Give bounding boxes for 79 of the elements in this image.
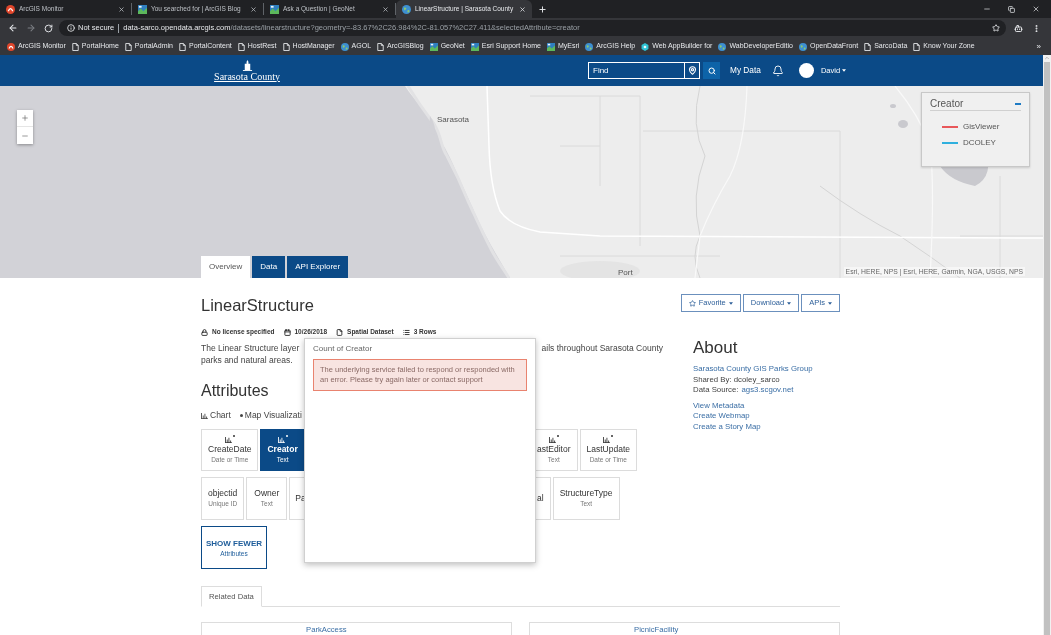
round-logo-icon: [6, 4, 15, 14]
search-button[interactable]: [703, 62, 720, 79]
menu-icon[interactable]: [1032, 23, 1041, 33]
page-icon: [377, 42, 385, 51]
reload-icon[interactable]: [44, 23, 53, 33]
globe-icon: [340, 42, 349, 51]
description-text: The Linear Structure layer: [201, 342, 300, 354]
map-label: Sarasota: [437, 115, 470, 125]
minimize-icon[interactable]: [983, 5, 991, 13]
back-icon[interactable]: [8, 23, 18, 33]
bar-chart-icon: [548, 437, 556, 443]
page-icon: [71, 42, 79, 51]
search-icon: [707, 66, 716, 75]
close-icon[interactable]: [250, 5, 257, 13]
scrollbar-thumb[interactable]: [1044, 62, 1050, 635]
dataset-title: LinearStructure: [201, 295, 314, 316]
close-icon[interactable]: [118, 5, 125, 13]
page-icon: [124, 42, 132, 51]
attributes-heading: Attributes: [201, 381, 269, 401]
view-toggle[interactable]: Chart: [201, 409, 231, 422]
page-tab[interactable]: API Explorer: [287, 256, 349, 278]
collapse-icon[interactable]: [1015, 102, 1021, 105]
calendar-icon: [283, 328, 291, 336]
page-icon: [913, 42, 921, 51]
page-tab[interactable]: Data: [252, 256, 286, 278]
round-logo-icon: [7, 42, 15, 51]
map-label: Port: [618, 268, 633, 278]
picture-icon: [546, 42, 555, 51]
globe-icon: [585, 42, 594, 51]
caret-icon: [828, 301, 832, 305]
page-icon: [237, 42, 245, 51]
caret-icon: [787, 301, 792, 305]
picture-icon: [429, 42, 438, 51]
bar-chart-icon: [277, 437, 285, 443]
page-tab[interactable]: Overview: [201, 256, 251, 278]
legend-title: Creator: [930, 97, 964, 110]
lock-icon: [201, 328, 208, 336]
avatar-icon[interactable]: [798, 63, 814, 78]
picture-icon: [138, 4, 147, 14]
page-icon: [282, 42, 290, 51]
dot-icon: [239, 414, 243, 417]
bar-chart-icon: [201, 412, 208, 419]
logo-text[interactable]: Sarasota County: [214, 70, 280, 82]
globe-icon: [718, 42, 727, 51]
star-icon: [688, 299, 696, 307]
search-field[interactable]: Find: [588, 62, 684, 79]
new-tab-icon[interactable]: [538, 4, 547, 14]
list-icon: [402, 328, 410, 336]
about-heading: About: [693, 338, 738, 358]
more-bookmarks[interactable]: »: [1036, 40, 1041, 53]
map-pin-icon: [687, 66, 697, 75]
legend-label: GisViewer: [963, 121, 1000, 132]
close-icon[interactable]: [382, 5, 389, 13]
restore-icon[interactable]: [1008, 5, 1015, 13]
hexagon-icon: [641, 42, 650, 51]
page-icon: [178, 42, 186, 51]
picture-icon: [470, 42, 479, 51]
plus-icon: [21, 114, 29, 122]
legend-label: DCOLEY: [963, 137, 996, 148]
popover-title: Count of Creator: [313, 343, 373, 354]
view-toggle[interactable]: Map Visualizati: [239, 409, 302, 422]
info-icon[interactable]: [67, 24, 75, 32]
caret-icon: [842, 69, 847, 72]
bar-chart-icon: [603, 437, 611, 443]
robot-icon[interactable]: [1014, 23, 1023, 33]
picture-icon: [270, 4, 279, 14]
page-icon: [864, 42, 872, 51]
bookmark-star-icon[interactable]: [992, 24, 1000, 32]
description-text: ails throughout Sarasota County: [541, 342, 663, 354]
caret-icon: [728, 301, 733, 305]
description-text: parks and natural areas.: [201, 354, 293, 366]
file-icon: [336, 328, 344, 336]
bar-chart-icon: [224, 437, 232, 443]
globe-icon: [798, 42, 807, 51]
notification-bell-icon[interactable]: [771, 64, 784, 77]
nav-link[interactable]: My Data: [730, 64, 761, 77]
globe-icon: [402, 4, 411, 14]
building-icon: [241, 59, 253, 71]
location-button[interactable]: [684, 62, 700, 79]
